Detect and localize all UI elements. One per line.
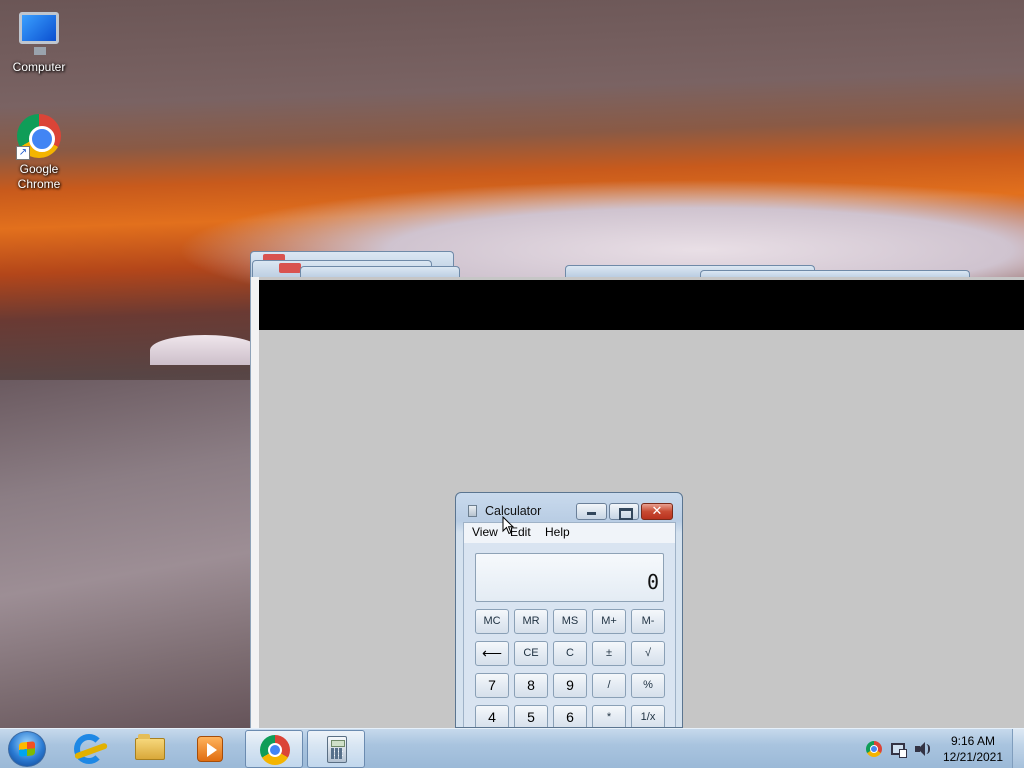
taskbar-windows-explorer[interactable] [121,730,179,768]
maximize-button[interactable] [609,503,639,520]
key-8[interactable]: 8 [514,673,548,698]
menu-help[interactable]: Help [545,525,570,539]
key-ms[interactable]: MS [553,609,587,634]
menu-bar: View Edit Help [464,523,675,543]
desktop: Computer ↗ Google Chrome Calculator ✕ Vi… [0,0,1024,728]
taskbar: 9:16 AM 12/21/2021 [0,728,1024,768]
close-icon [279,263,301,273]
chrome-icon [260,735,290,765]
media-player-icon [197,736,223,762]
key-ce[interactable]: CE [514,641,548,666]
clock-date: 12/21/2021 [942,750,1004,764]
mouse-cursor-icon [502,516,514,535]
desktop-icon-computer[interactable]: Computer [4,8,74,75]
clock-time: 9:16 AM [950,734,996,748]
key-5[interactable]: 5 [514,705,548,727]
key-c[interactable]: C [553,641,587,666]
key-mr[interactable]: MR [514,609,548,634]
computer-icon [16,12,62,58]
key-4[interactable]: 4 [475,705,509,727]
wallpaper-rock [0,380,260,728]
key-percent[interactable]: % [631,673,665,698]
key-reciprocal[interactable]: 1/x [631,705,665,727]
chrome-icon: ↗ [16,114,62,160]
key-negate[interactable]: ± [592,641,626,666]
menu-view[interactable]: View [472,525,498,539]
calculator-body: View Edit Help 0 MC MR MS M+ M- ⟵ CE C ±… [463,522,676,727]
window-black-region [259,280,1024,330]
show-desktop-button[interactable] [1012,729,1024,768]
taskbar-google-chrome[interactable] [245,730,303,768]
key-multiply[interactable]: * [592,705,626,727]
key-divide[interactable]: / [592,673,626,698]
key-mc[interactable]: MC [475,609,509,634]
display-value: 0 [646,570,659,594]
desktop-icon-label: Google Chrome [17,162,61,191]
calculator-app-icon [468,505,477,517]
taskbar-media-player[interactable] [182,730,240,768]
key-backspace[interactable]: ⟵ [475,641,509,666]
key-m-minus[interactable]: M- [631,609,665,634]
calculator-display: 0 [475,553,664,602]
key-9[interactable]: 9 [553,673,587,698]
taskbar-internet-explorer[interactable] [60,730,118,768]
minimize-button[interactable] [576,503,607,520]
window-edge [251,277,259,728]
system-clock[interactable]: 9:16 AM 12/21/2021 [938,733,1008,765]
wallpaper-sky [150,335,260,365]
key-m-plus[interactable]: M+ [592,609,626,634]
calculator-icon [327,736,347,763]
tray-chrome-icon[interactable] [866,741,882,757]
volume-icon[interactable] [914,741,930,757]
windows-logo-icon [19,741,35,757]
taskbar-calculator[interactable] [307,730,365,768]
desktop-icon-google-chrome[interactable]: ↗ Google Chrome [4,114,74,192]
shortcut-arrow-icon: ↗ [16,146,30,160]
internet-explorer-icon [74,734,104,764]
key-7[interactable]: 7 [475,673,509,698]
close-button[interactable]: ✕ [641,503,673,520]
key-6[interactable]: 6 [553,705,587,727]
calculator-window[interactable]: Calculator ✕ View Edit Help 0 MC MR MS M… [455,492,683,728]
desktop-icon-label: Computer [12,60,66,74]
key-sqrt[interactable]: √ [631,641,665,666]
start-button[interactable] [8,731,46,767]
network-icon[interactable] [890,741,907,758]
folder-icon [135,734,165,760]
close-icon: ✕ [651,504,663,519]
